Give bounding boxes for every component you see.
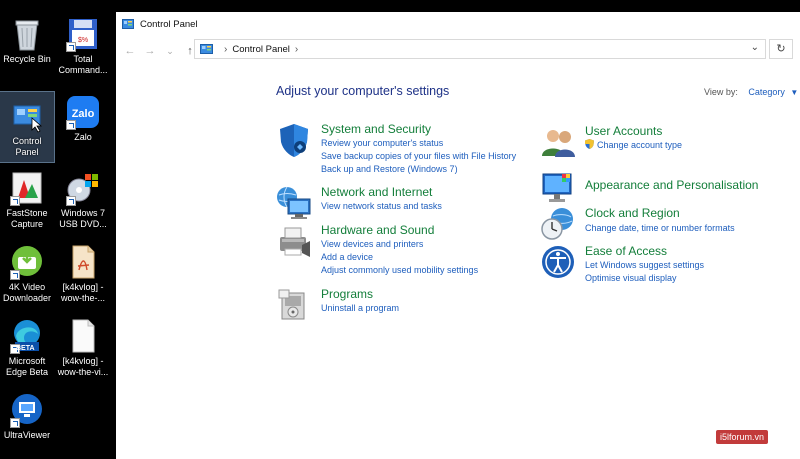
watermark: i5lforum.vn [716, 430, 769, 444]
breadcrumb-control-panel[interactable]: Control Panel [232, 44, 290, 55]
link[interactable]: Save backup copies of your files with Fi… [321, 150, 516, 163]
desktop-icon-label: [k4kvlog] - wow-the-vi... [57, 356, 109, 377]
link[interactable]: Change date, time or number formats [585, 222, 735, 235]
desktop-icon-k4kvlog-pdf[interactable]: [k4kvlog] - wow-the-... [56, 244, 110, 304]
desktop-icon-ultraviewer[interactable]: UltraViewer [0, 392, 54, 441]
total-commander-icon: $% [66, 16, 100, 52]
category-title[interactable]: User Accounts [585, 124, 682, 139]
link[interactable]: Back up and Restore (Windows 7) [321, 163, 516, 176]
desktop-icon-label: [k4kvlog] - wow-the-... [60, 282, 105, 303]
monitor-icon[interactable] [540, 170, 576, 206]
faststone-capture-icon [10, 170, 44, 206]
blank-file-icon [66, 318, 100, 354]
link[interactable]: View devices and printers [321, 238, 478, 251]
desktop-icon-k4kvlog-file[interactable]: [k4kvlog] - wow-the-vi... [56, 318, 110, 378]
category-title[interactable]: Hardware and Sound [321, 223, 478, 238]
desktop-icon-faststone-capture[interactable]: FastStone Capture [0, 170, 54, 230]
uac-shield-icon [585, 139, 594, 149]
view-by-dropdown[interactable]: Category [748, 87, 785, 97]
desktop-icon-label: Windows 7 USB DVD... [59, 208, 107, 229]
link[interactable]: Optimise visual display [585, 272, 704, 285]
pdf-file-icon [66, 244, 100, 280]
desktop-icon-label: UltraViewer [3, 430, 51, 440]
windows7-usb-dvd-icon [66, 170, 100, 206]
category-title[interactable]: System and Security [321, 122, 516, 137]
zalo-icon: Zalo [66, 94, 100, 130]
address-dropdown-icon[interactable]: ⌄ [751, 42, 759, 53]
recycle-bin-icon [10, 16, 44, 52]
desktop-icon-label: Total Command... [58, 54, 108, 75]
desktop-icon-label: FastStone Capture [6, 208, 48, 229]
desktop-icon-label: Zalo [74, 132, 92, 142]
edge-beta-icon: BETA [10, 318, 44, 354]
link[interactable]: Uninstall a program [321, 302, 399, 315]
view-by: View by: Category ▼ [704, 87, 798, 97]
desktop-icon-label: Control Panel [12, 136, 42, 157]
printer-icon[interactable] [276, 223, 312, 259]
link[interactable]: Let Windows suggest settings [585, 259, 704, 272]
link[interactable]: Review your computer's status [321, 137, 516, 150]
navigation-bar: ← → ⌄ ↑ › Control Panel › ⌄ ↻ [116, 36, 800, 66]
control-panel-address-icon [200, 44, 213, 54]
category-title[interactable]: Network and Internet [321, 185, 442, 200]
ease-of-access-icon[interactable] [540, 244, 576, 280]
desktop-icon-4k-video-downloader[interactable]: 4K Video Downloader [0, 244, 54, 304]
shield-icon[interactable] [276, 122, 312, 158]
clock-icon[interactable] [540, 206, 576, 242]
desktop-icon-recycle-bin[interactable]: Recycle Bin [0, 16, 54, 65]
desktop-icon-label: Recycle Bin [3, 54, 51, 64]
window-title: Control Panel [140, 18, 198, 30]
breadcrumb-separator-icon: › [224, 43, 228, 55]
svg-text:$%: $% [78, 37, 88, 44]
desktop-icon-label: 4K Video Downloader [2, 282, 52, 303]
link[interactable]: Add a device [321, 251, 478, 264]
category-title[interactable]: Clock and Region [585, 206, 735, 221]
category-title[interactable]: Appearance and Personalisation [585, 178, 758, 193]
svg-text:Zalo: Zalo [72, 108, 95, 120]
link[interactable]: Adjust commonly used mobility settings [321, 264, 478, 277]
title-bar: Control Panel [116, 12, 800, 36]
page-heading: Adjust your computer's settings [276, 84, 450, 98]
view-by-label: View by: [704, 87, 738, 97]
link[interactable]: View network status and tasks [321, 200, 442, 213]
users-icon[interactable] [540, 124, 576, 160]
category-title[interactable]: Ease of Access [585, 244, 704, 259]
category-title[interactable]: Programs [321, 287, 399, 302]
refresh-icon[interactable]: ↻ [769, 39, 793, 59]
forward-arrow-icon[interactable]: → [140, 45, 160, 57]
desktop: Recycle Bin $% Total Command... Control … [0, 0, 116, 459]
desktop-icon-total-commander[interactable]: $% Total Command... [56, 16, 110, 76]
control-panel-icon [10, 98, 44, 134]
programs-icon[interactable] [276, 287, 312, 323]
desktop-icon-zalo[interactable]: Zalo Zalo [56, 94, 110, 143]
breadcrumb-chevron-icon[interactable]: › [295, 44, 298, 55]
recent-locations-chevron-icon[interactable]: ⌄ [160, 46, 180, 57]
content-area: Adjust your computer's settings View by:… [116, 66, 800, 459]
view-by-caret-icon[interactable]: ▼ [790, 88, 798, 97]
desktop-icon-control-panel[interactable]: Control Panel [0, 91, 55, 163]
beta-badge: BETA [16, 345, 35, 352]
desktop-icon-windows7-usb-dvd[interactable]: Windows 7 USB DVD... [56, 170, 110, 230]
address-bar[interactable]: › Control Panel › ⌄ [194, 39, 766, 59]
link[interactable]: Change account type [585, 139, 682, 152]
network-icon[interactable] [276, 185, 312, 221]
control-panel-window: Control Panel ← → ⌄ ↑ › Control Panel › … [116, 12, 800, 459]
ultraviewer-icon [10, 392, 44, 428]
desktop-icon-label: Microsoft Edge Beta [5, 356, 49, 377]
desktop-icon-edge-beta[interactable]: BETA Microsoft Edge Beta [0, 318, 54, 378]
back-arrow-icon[interactable]: ← [120, 45, 140, 57]
4k-video-downloader-icon [10, 244, 44, 280]
control-panel-small-icon [122, 19, 134, 29]
link-text: Change account type [597, 140, 683, 150]
